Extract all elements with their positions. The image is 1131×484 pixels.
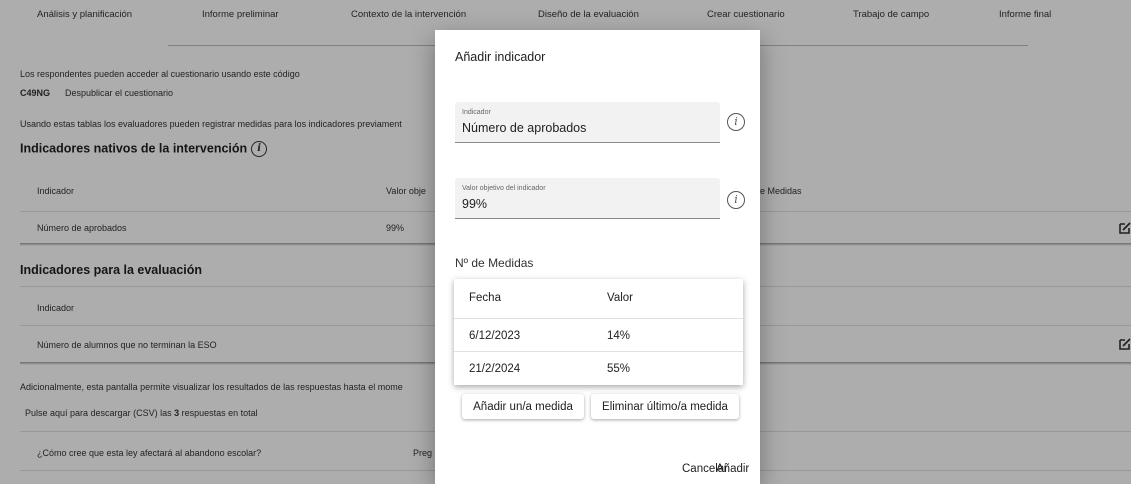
measures-title: Nº de Medidas bbox=[455, 256, 534, 270]
measures-header-value: Valor bbox=[607, 292, 633, 304]
measures-table: Fecha Valor 6/12/2023 14% 21/2/2024 55% bbox=[454, 279, 743, 385]
indicator-input[interactable] bbox=[462, 121, 712, 135]
target-value-input[interactable] bbox=[462, 197, 712, 211]
measures-header-date: Fecha bbox=[469, 292, 501, 304]
target-value-field[interactable]: Valor objetivo del indicador bbox=[455, 178, 720, 219]
remove-last-measure-button[interactable]: Eliminar último/a medida bbox=[591, 394, 739, 419]
measure-date: 6/12/2023 bbox=[469, 330, 521, 342]
row-divider bbox=[454, 318, 743, 319]
measure-date: 21/2/2024 bbox=[469, 363, 521, 375]
indicator-field-label: Indicador bbox=[462, 109, 491, 116]
info-icon[interactable]: i bbox=[727, 191, 745, 209]
add-button[interactable]: Añadir bbox=[716, 463, 749, 475]
measure-value: 55% bbox=[607, 363, 631, 375]
add-indicator-dialog: Añadir indicador Indicador i Valor objet… bbox=[435, 30, 760, 484]
indicator-field[interactable]: Indicador bbox=[455, 102, 720, 143]
target-value-label: Valor objetivo del indicador bbox=[462, 185, 546, 192]
measure-value: 14% bbox=[607, 330, 631, 342]
row-divider bbox=[454, 351, 743, 352]
add-measure-button[interactable]: Añadir un/a medida bbox=[462, 394, 584, 419]
info-icon[interactable]: i bbox=[727, 113, 745, 131]
dialog-title: Añadir indicador bbox=[455, 50, 546, 64]
